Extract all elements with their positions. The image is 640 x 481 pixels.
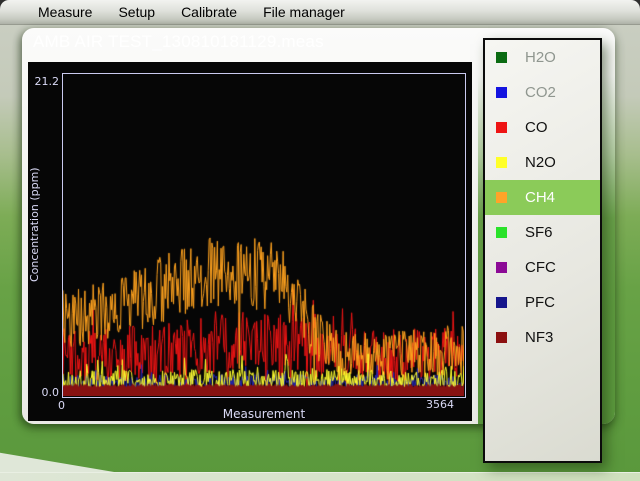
- menu-item-setup[interactable]: Setup: [118, 4, 155, 20]
- legend-item-label: N2O: [525, 154, 556, 171]
- menu-item-measure[interactable]: Measure: [38, 4, 92, 20]
- legend-item-co[interactable]: CO: [485, 110, 600, 145]
- n2o-color-swatch-icon: [496, 157, 507, 168]
- legend-item-label: PFC: [525, 294, 555, 311]
- legend-item-co2[interactable]: CO2: [485, 75, 600, 110]
- legend-item-sf6[interactable]: SF6: [485, 215, 600, 250]
- measurement-file-title: AMB AIR TEST_130810181129.meas: [33, 32, 324, 52]
- cfc-color-swatch-icon: [496, 262, 507, 273]
- y-axis-title: Concentration (ppm): [28, 92, 44, 358]
- menu-bar: Measure Setup Calibrate File manager: [0, 0, 640, 25]
- legend-item-h2o[interactable]: H2O: [485, 40, 600, 75]
- legend-item-ch4[interactable]: CH4: [485, 180, 600, 215]
- y-axis-max-label: 21.2: [32, 75, 59, 88]
- application-window: Measure Setup Calibrate File manager AMB AI…: [0, 0, 640, 481]
- chart-canvas: [63, 74, 464, 396]
- legend-item-cfc[interactable]: CFC: [485, 250, 600, 285]
- background-swoosh: [0, 428, 120, 473]
- co-color-swatch-icon: [496, 122, 507, 133]
- ch4-color-swatch-icon: [496, 192, 507, 203]
- legend-item-label: CH4: [525, 189, 555, 206]
- legend-item-n2o[interactable]: N2O: [485, 145, 600, 180]
- legend-item-label: CO2: [525, 84, 556, 101]
- legend-item-nf3[interactable]: NF3: [485, 320, 600, 355]
- x-axis-title: Measurement: [63, 407, 465, 421]
- legend-item-label: H2O: [525, 49, 556, 66]
- legend-panel: H2O CO2 CO N2O CH4 SF6 CFC PFC NF3: [483, 38, 602, 463]
- sf6-color-swatch-icon: [496, 227, 507, 238]
- background-bottom-band: [0, 472, 640, 481]
- y-axis-min-label: 0.0: [32, 386, 59, 399]
- h2o-color-swatch-icon: [496, 52, 507, 63]
- legend-item-pfc[interactable]: PFC: [485, 285, 600, 320]
- co2-color-swatch-icon: [496, 87, 507, 98]
- nf3-color-swatch-icon: [496, 332, 507, 343]
- menu-item-calibrate[interactable]: Calibrate: [181, 4, 237, 20]
- menu-item-file-manager[interactable]: File manager: [263, 4, 345, 20]
- chart-area: 21.2 0.0 Concentration (ppm) 0 3564 Meas…: [28, 62, 472, 421]
- legend-item-label: CO: [525, 119, 548, 136]
- legend-item-label: SF6: [525, 224, 553, 241]
- legend-item-label: NF3: [525, 329, 553, 346]
- legend-item-label: CFC: [525, 259, 556, 276]
- pfc-color-swatch-icon: [496, 297, 507, 308]
